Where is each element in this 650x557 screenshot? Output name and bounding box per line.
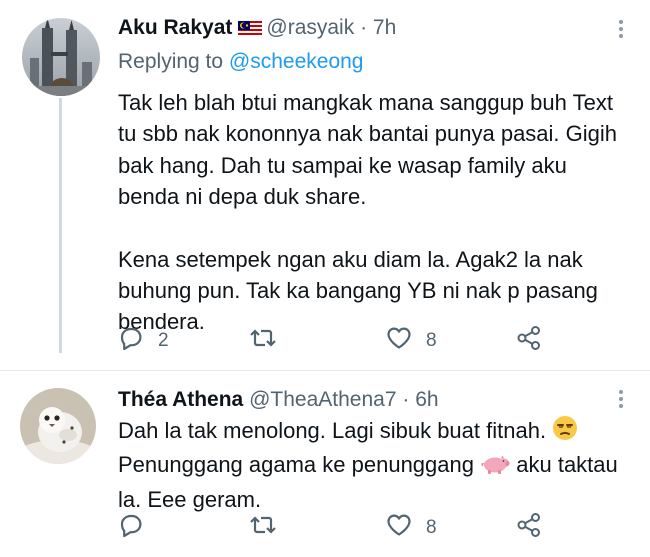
tweet-line: Dah la tak menolong. Lagi sibuk buat fit… bbox=[118, 415, 618, 449]
tweet-header: Aku Rakyat @rasyaik · 7h bbox=[118, 14, 396, 45]
tweet[interactable]: Théa Athena @TheaAthena7 · 6h Dah la tak… bbox=[0, 372, 650, 557]
like-count: 8 bbox=[426, 517, 437, 538]
malaysia-flag-icon bbox=[238, 17, 263, 45]
like-count: 8 bbox=[426, 330, 437, 351]
avatar[interactable] bbox=[20, 388, 96, 464]
author-handle[interactable]: @TheaAthena7 bbox=[249, 388, 396, 411]
avatar-image bbox=[22, 18, 100, 96]
timestamp[interactable]: 7h bbox=[373, 16, 396, 39]
avatar[interactable] bbox=[22, 18, 100, 96]
retweet-button[interactable] bbox=[249, 513, 291, 543]
replying-to: Replying to @scheekeong bbox=[118, 48, 363, 76]
reply-button[interactable]: 2 bbox=[118, 326, 169, 356]
tweet-paragraph: Tak leh blah btui mangkak mana sanggup b… bbox=[118, 90, 618, 210]
heart-icon bbox=[386, 513, 412, 543]
replying-to-handle[interactable]: @scheekeong bbox=[229, 50, 364, 73]
tweet-divider bbox=[0, 370, 650, 371]
reply-icon bbox=[118, 512, 144, 544]
author-handle[interactable]: @rasyaik bbox=[266, 16, 354, 39]
retweet-button[interactable] bbox=[249, 326, 291, 356]
tweet-actions: 2 8 bbox=[118, 326, 628, 356]
share-button[interactable] bbox=[516, 326, 542, 356]
unamused-face-icon bbox=[552, 415, 578, 449]
retweet-icon bbox=[249, 326, 277, 356]
tweet-line: la. Eee geram. bbox=[118, 486, 262, 512]
like-button[interactable]: 8 bbox=[386, 326, 437, 356]
reply-icon bbox=[118, 325, 144, 357]
tweet[interactable]: Aku Rakyat @rasyaik · 7h Replying to @sc… bbox=[0, 0, 650, 372]
like-button[interactable]: 8 bbox=[386, 513, 437, 543]
separator: · bbox=[360, 16, 368, 39]
heart-icon bbox=[386, 326, 412, 356]
pig-icon bbox=[480, 452, 510, 483]
tweet-text: Tak leh blah btui mangkak mana sanggup b… bbox=[118, 87, 628, 338]
tweet-actions: 8 bbox=[118, 513, 628, 543]
more-options-icon[interactable] bbox=[618, 17, 624, 41]
share-button[interactable] bbox=[516, 513, 542, 543]
tweet-header: Théa Athena @TheaAthena7 · 6h bbox=[118, 386, 439, 414]
replying-to-label: Replying to bbox=[118, 50, 224, 73]
tweet-text: Dah la tak menolong. Lagi sibuk buat fit… bbox=[118, 415, 618, 515]
author-name[interactable]: Théa Athena bbox=[118, 388, 243, 411]
tweet-line: Penunggang agama ke penunggang aku takta… bbox=[118, 449, 618, 483]
share-icon bbox=[516, 512, 542, 544]
thread-line bbox=[59, 98, 62, 353]
author-name[interactable]: Aku Rakyat bbox=[118, 16, 232, 39]
separator: · bbox=[402, 388, 410, 411]
reply-button[interactable] bbox=[118, 513, 158, 543]
avatar-image bbox=[20, 388, 96, 464]
share-icon bbox=[516, 325, 542, 357]
retweet-icon bbox=[249, 513, 277, 543]
more-options-icon[interactable] bbox=[618, 387, 624, 411]
timestamp[interactable]: 6h bbox=[415, 388, 438, 411]
reply-count: 2 bbox=[158, 330, 169, 351]
tweet-paragraph: Kena setempek ngan aku diam la. Agak2 la… bbox=[118, 246, 598, 335]
